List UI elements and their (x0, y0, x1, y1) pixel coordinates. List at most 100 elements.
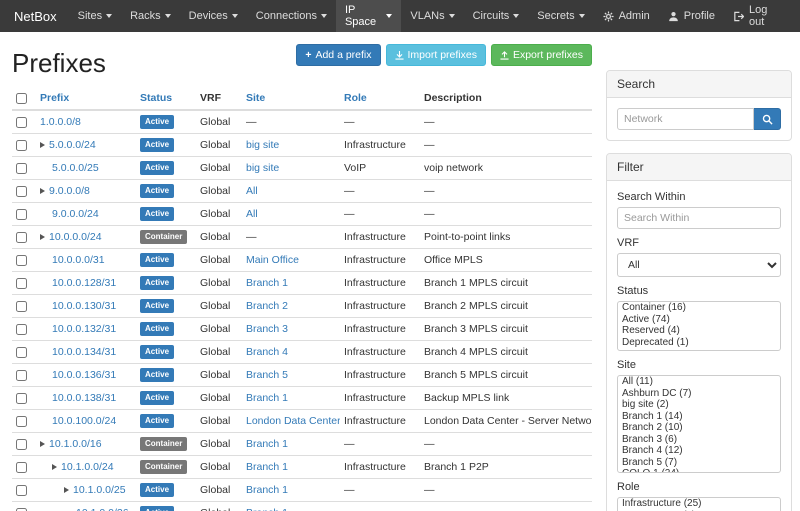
row-checkbox[interactable] (16, 301, 27, 312)
prefix-link[interactable]: 10.0.0.136/31 (52, 369, 116, 381)
export-prefixes-button[interactable]: Export prefixes (491, 44, 592, 66)
row-checkbox[interactable] (16, 347, 27, 358)
row-checkbox[interactable] (16, 278, 27, 289)
search-button[interactable] (754, 108, 781, 130)
select-option[interactable]: Ashburn DC (7) (618, 388, 780, 400)
site-link[interactable]: big site (246, 139, 279, 151)
column-header-prefix[interactable]: Prefix (36, 87, 136, 110)
prefix-link[interactable]: 5.0.0.0/24 (49, 139, 96, 151)
prefix-link[interactable]: 10.1.0.0/26 (76, 507, 129, 511)
row-checkbox[interactable] (16, 163, 27, 174)
nav-item-ip-space[interactable]: IP Space (336, 0, 401, 32)
prefix-link[interactable]: 10.0.0.128/31 (52, 277, 116, 289)
prefix-link[interactable]: 10.0.0.138/31 (52, 392, 116, 404)
nav-item-vlans[interactable]: VLANs (401, 0, 463, 32)
prefix-link[interactable]: 10.0.0.134/31 (52, 346, 116, 358)
site-link[interactable]: London Data Center (246, 415, 340, 427)
row-checkbox[interactable] (16, 186, 27, 197)
row-checkbox[interactable] (16, 232, 27, 243)
nav-item-logout[interactable]: Log out (724, 0, 792, 32)
add-prefix-button[interactable]: + Add a prefix (296, 44, 380, 66)
row-checkbox[interactable] (16, 324, 27, 335)
expand-caret-icon[interactable] (40, 234, 45, 240)
row-select-cell (12, 272, 36, 295)
column-header-role[interactable]: Role (340, 87, 420, 110)
expand-caret-icon[interactable] (40, 441, 45, 447)
column-header-site[interactable]: Site (242, 87, 340, 110)
select-option[interactable]: Branch 1 (14) (618, 411, 780, 423)
row-checkbox[interactable] (16, 117, 27, 128)
site-link[interactable]: Branch 1 (246, 392, 288, 404)
prefix-link[interactable]: 10.0.0.130/31 (52, 300, 116, 312)
nav-item-profile[interactable]: Profile (659, 0, 724, 32)
select-option[interactable]: Deprecated (1) (618, 337, 780, 349)
status-cell: Active (136, 387, 196, 410)
prefix-link[interactable]: 5.0.0.0/25 (52, 162, 99, 174)
site-link[interactable]: Branch 1 (246, 461, 288, 473)
search-within-input[interactable] (617, 207, 781, 229)
select-option[interactable]: All (11) (618, 376, 780, 388)
status-filter-select[interactable]: Container (16)Active (74)Reserved (4)Dep… (617, 301, 781, 351)
row-checkbox[interactable] (16, 140, 27, 151)
select-option[interactable]: Active (74) (618, 314, 780, 326)
prefix-link[interactable]: 10.1.0.0/16 (49, 438, 102, 450)
site-link[interactable]: Branch 3 (246, 323, 288, 335)
prefix-link[interactable]: 10.1.0.0/25 (73, 484, 126, 496)
row-checkbox[interactable] (16, 393, 27, 404)
nav-item-circuits[interactable]: Circuits (464, 0, 529, 32)
select-option[interactable]: Reserved (4) (618, 325, 780, 337)
site-filter-select[interactable]: All (11)Ashburn DC (7)big site (2)Branch… (617, 375, 781, 473)
nav-item-sites[interactable]: Sites (69, 0, 121, 32)
prefix-link[interactable]: 10.0.0.132/31 (52, 323, 116, 335)
row-checkbox[interactable] (16, 439, 27, 450)
prefix-link[interactable]: 10.0.0.0/31 (52, 254, 105, 266)
app-logo[interactable]: NetBox (8, 0, 69, 32)
role-filter-select[interactable]: Infrastructure (25)Management (8)Private… (617, 497, 781, 511)
site-link[interactable]: All (246, 185, 258, 197)
expand-caret-icon[interactable] (52, 464, 57, 470)
site-link[interactable]: Branch 1 (246, 484, 288, 496)
prefix-link[interactable]: 9.0.0.0/8 (49, 185, 90, 197)
select-option[interactable]: COLO 1 (24) (618, 468, 780, 473)
row-checkbox[interactable] (16, 462, 27, 473)
prefix-link[interactable]: 1.0.0.0/8 (40, 116, 81, 128)
prefix-link[interactable]: 10.1.0.0/24 (61, 461, 114, 473)
expand-caret-icon[interactable] (40, 142, 45, 148)
site-link[interactable]: big site (246, 162, 279, 174)
import-prefixes-button[interactable]: Import prefixes (386, 44, 486, 66)
select-option[interactable]: big site (2) (618, 399, 780, 411)
expand-caret-icon[interactable] (40, 188, 45, 194)
site-link[interactable]: Branch 1 (246, 277, 288, 289)
row-checkbox[interactable] (16, 255, 27, 266)
search-input[interactable] (617, 108, 754, 130)
site-link[interactable]: Branch 1 (246, 438, 288, 450)
select-option[interactable]: Branch 4 (12) (618, 445, 780, 457)
row-checkbox[interactable] (16, 370, 27, 381)
nav-item-admin[interactable]: Admin (594, 0, 659, 32)
prefix-link[interactable]: 9.0.0.0/24 (52, 208, 99, 220)
select-option[interactable]: Branch 2 (10) (618, 422, 780, 434)
select-option[interactable]: Branch 5 (7) (618, 457, 780, 469)
select-option[interactable]: Container (16) (618, 302, 780, 314)
select-option[interactable]: Infrastructure (25) (618, 498, 780, 510)
expand-caret-icon[interactable] (64, 487, 69, 493)
row-checkbox[interactable] (16, 416, 27, 427)
row-checkbox[interactable] (16, 485, 27, 496)
prefix-link[interactable]: 10.0.100.0/24 (52, 415, 116, 427)
row-checkbox[interactable] (16, 209, 27, 220)
nav-item-connections[interactable]: Connections (247, 0, 336, 32)
site-link[interactable]: Branch 5 (246, 369, 288, 381)
column-header-status[interactable]: Status (136, 87, 196, 110)
select-option[interactable]: Branch 3 (6) (618, 434, 780, 446)
site-link[interactable]: Branch 4 (246, 346, 288, 358)
nav-item-racks[interactable]: Racks (121, 0, 180, 32)
nav-item-devices[interactable]: Devices (180, 0, 247, 32)
site-link[interactable]: All (246, 208, 258, 220)
select-all-checkbox[interactable] (16, 93, 27, 104)
site-link[interactable]: Branch 2 (246, 300, 288, 312)
nav-item-secrets[interactable]: Secrets (528, 0, 593, 32)
site-link[interactable]: Main Office (246, 254, 299, 266)
vrf-filter-select[interactable]: All (617, 253, 781, 277)
site-link[interactable]: Branch 1 (246, 507, 288, 511)
prefix-link[interactable]: 10.0.0.0/24 (49, 231, 102, 243)
